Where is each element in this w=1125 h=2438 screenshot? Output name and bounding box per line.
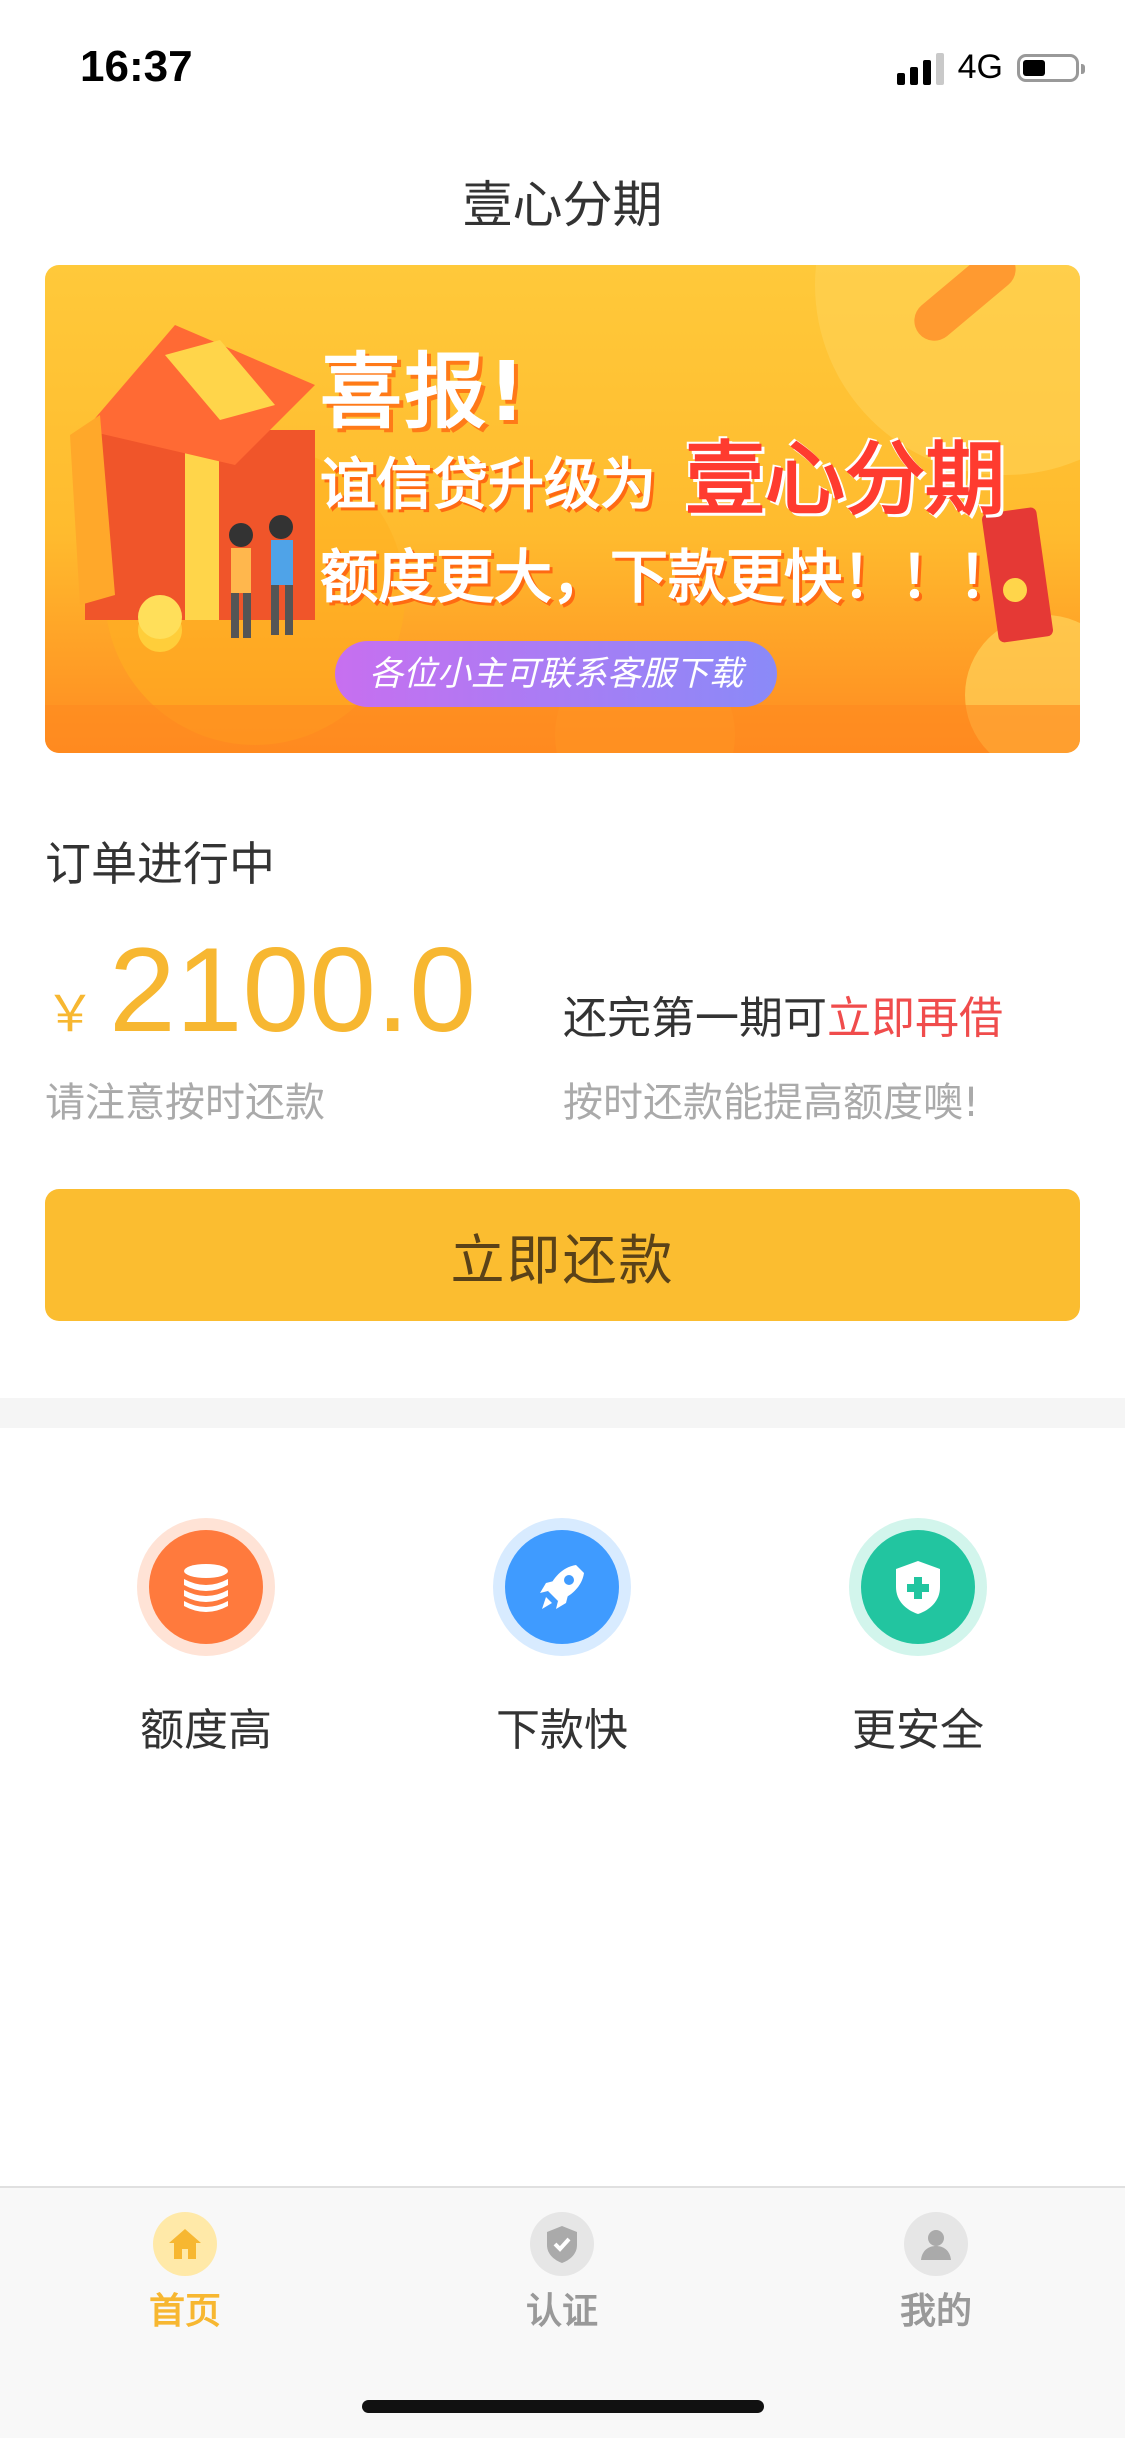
feature-label: 更安全 <box>852 1705 984 1756</box>
status-bar: 16:37 4G <box>0 0 1125 130</box>
reborrow-link[interactable]: 立即再借 <box>827 993 1003 1044</box>
page-title: 壹心分期 <box>462 176 663 234</box>
banner-brand: 壹心分期 <box>685 433 1005 526</box>
section-divider <box>0 1398 1125 1428</box>
order-status-title: 订单进行中 <box>45 837 275 891</box>
battery-icon <box>1017 53 1085 82</box>
promo-prefix: 还完第一期可 <box>563 993 827 1044</box>
feature-label: 下款快 <box>496 1705 628 1756</box>
feature-fast-loan: 下款快 <box>452 1518 672 1758</box>
banner-contact-pill: 各位小主可联系客服下载 <box>335 641 777 707</box>
network-type: 4G <box>957 48 1003 86</box>
tab-mine[interactable]: 我的 <box>836 2212 1036 2334</box>
amount-display: ￥ 2100.0 <box>45 930 476 1050</box>
feature-label: 额度高 <box>140 1705 272 1756</box>
signal-icon <box>896 51 944 85</box>
amount-value: 2100.0 <box>109 923 477 1057</box>
banner-line2: 额度更大，下款更快！！！ <box>320 543 1017 611</box>
shield-plus-icon <box>861 1530 975 1644</box>
shield-check-icon <box>530 2212 594 2276</box>
bottom-tab-bar: 首页 认证 我的 <box>0 2186 1125 2438</box>
currency-symbol: ￥ <box>45 985 95 1043</box>
user-icon <box>904 2212 968 2276</box>
amount-note: 请注意按时还款 <box>45 1080 325 1126</box>
tab-certification[interactable]: 认证 <box>462 2212 662 2334</box>
repay-now-button[interactable]: 立即还款 <box>45 1189 1080 1321</box>
feature-security: 更安全 <box>808 1518 1028 1758</box>
coin-stack-icon <box>149 1530 263 1644</box>
status-indicators: 4G <box>896 48 1085 87</box>
home-icon <box>153 2212 217 2276</box>
feature-high-limit: 额度高 <box>96 1518 316 1758</box>
tab-home[interactable]: 首页 <box>85 2212 285 2334</box>
tab-label: 我的 <box>899 2291 972 2332</box>
home-indicator[interactable] <box>362 2400 764 2413</box>
promo-banner[interactable]: 喜报! 谊信贷升级为 壹心分期 额度更大，下款更快！！！ 各位小主可联系客服下载 <box>45 265 1080 753</box>
rocket-icon <box>505 1530 619 1644</box>
tab-label: 首页 <box>148 2291 221 2332</box>
reborrow-promo: 还完第一期可立即再借 <box>563 982 1003 1046</box>
banner-line1: 谊信贷升级为 <box>320 453 656 518</box>
banner-headline: 喜报! <box>320 345 528 440</box>
promo-note: 按时还款能提高额度噢! <box>563 1080 980 1126</box>
status-time: 16:37 <box>80 42 193 91</box>
tab-label: 认证 <box>525 2291 598 2332</box>
